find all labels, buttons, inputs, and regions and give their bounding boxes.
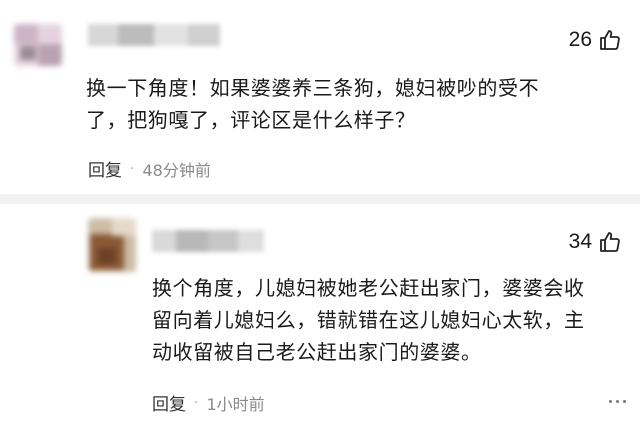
comment-text: 换一下角度！如果婆婆养三条狗，媳妇被吵的受不 了，把狗嘎了，评论区是什么样子？ <box>86 72 606 136</box>
comment-line: 留向着儿媳妇么，错就错在这儿媳妇心太软，主 <box>152 308 585 332</box>
like-count: 34 <box>568 230 592 253</box>
username-blurred[interactable] <box>152 230 264 252</box>
comment-item: 34 换个角度，儿媳妇被她老公赶出家门，婆婆会收 留向着儿媳妇么，错就错在这儿媳… <box>0 204 640 425</box>
more-dot <box>623 400 626 403</box>
reply-button[interactable]: 回复 <box>88 156 122 181</box>
comment-line: 了，把狗嘎了，评论区是什么样子？ <box>86 108 416 132</box>
more-dot <box>609 400 612 403</box>
thumbs-up-icon <box>600 30 620 50</box>
comment-thread: 26 换一下角度！如果婆婆养三条狗，媳妇被吵的受不 了，把狗嘎了，评论区是什么样… <box>0 0 640 425</box>
comment-line: 动收留被自己老公赶出家门的婆婆。 <box>152 340 482 364</box>
reply-button[interactable]: 回复 <box>152 390 186 415</box>
thumbs-up-icon <box>600 232 620 252</box>
like-button[interactable]: 26 <box>569 28 622 52</box>
comment-text: 换个角度，儿媳妇被她老公赶出家门，婆婆会收 留向着儿媳妇么，错就错在这儿媳妇心太… <box>152 272 632 368</box>
avatar[interactable] <box>14 24 62 66</box>
divider <box>0 194 640 204</box>
comment-line: 换个角度，儿媳妇被她老公赶出家门，婆婆会收 <box>152 276 585 300</box>
avatar[interactable] <box>88 218 136 272</box>
separator-dot: · <box>130 160 135 177</box>
separator-dot: · <box>194 394 199 411</box>
comment-meta: 回复 · 1小时前 <box>152 390 265 416</box>
more-dot <box>616 400 619 403</box>
timestamp: 1小时前 <box>206 394 265 414</box>
timestamp: 48分钟前 <box>142 160 211 180</box>
username-blurred[interactable] <box>88 24 220 46</box>
comment-item: 26 换一下角度！如果婆婆养三条狗，媳妇被吵的受不 了，把狗嘎了，评论区是什么样… <box>0 0 640 200</box>
comment-line: 换一下角度！如果婆婆养三条狗，媳妇被吵的受不 <box>86 76 540 100</box>
more-icon[interactable] <box>609 400 626 403</box>
like-count: 26 <box>568 28 592 51</box>
comment-meta: 回复 · 48分钟前 <box>88 156 211 182</box>
like-button[interactable]: 34 <box>569 230 622 254</box>
